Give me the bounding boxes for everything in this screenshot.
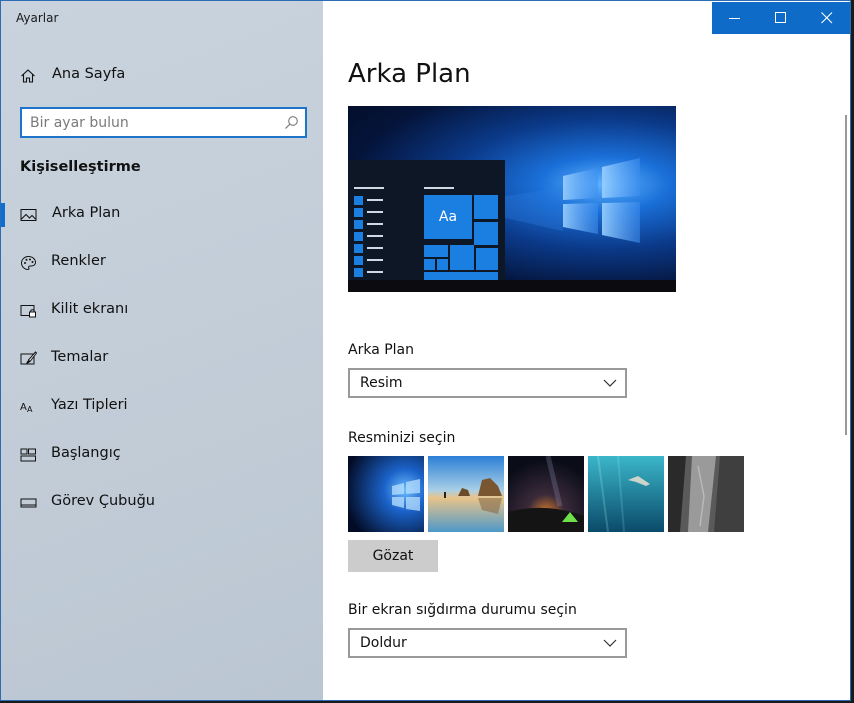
theme-brush-icon	[20, 351, 37, 365]
window-controls	[712, 2, 850, 34]
sidebar-item-baslangic[interactable]: Başlangıç	[1, 435, 323, 475]
sidebar-item-label: Yazı Tipleri	[51, 397, 128, 413]
browse-button[interactable]: Gözat	[348, 540, 438, 572]
chevron-down-icon	[603, 379, 617, 387]
minimize-icon	[729, 18, 740, 19]
desktop-preview: Aa	[348, 106, 676, 292]
fit-mode-label: Bir ekran sığdırma durumu seçin	[348, 602, 577, 618]
start-tiles-icon	[20, 448, 36, 462]
home-icon	[21, 69, 35, 83]
preview-taskbar	[348, 280, 676, 292]
sidebar-item-renkler[interactable]: Renkler	[1, 243, 323, 283]
close-icon	[821, 12, 833, 24]
sidebar-item-label: Görev Çubuğu	[51, 493, 155, 509]
search-input[interactable]	[30, 113, 270, 133]
close-button[interactable]	[804, 2, 850, 34]
lock-screen-icon	[20, 305, 36, 318]
sidebar-item-arka-plan[interactable]: Arka Plan	[1, 195, 323, 235]
thumbnail-night-tent[interactable]	[508, 456, 584, 532]
font-icon: A A	[20, 402, 33, 414]
choose-picture-label: Resminizi seçin	[348, 430, 456, 446]
content-pane: Arka Plan Aa Arka Plan Resim Resminizi s…	[323, 1, 850, 700]
settings-window: Ayarlar Ana Sayfa Kişiselleştirme Arka P…	[0, 0, 851, 701]
maximize-button[interactable]	[758, 2, 804, 34]
home-link[interactable]: Ana Sayfa	[1, 57, 323, 95]
minimize-button[interactable]	[712, 2, 758, 34]
svg-text:A: A	[27, 405, 33, 414]
thumbnail-windows-light[interactable]	[348, 456, 424, 532]
picture-thumbnails	[348, 456, 744, 532]
thumbnail-rock-texture[interactable]	[668, 456, 744, 532]
preview-tile-aa: Aa	[424, 195, 472, 239]
sidebar-item-label: Kilit ekranı	[51, 301, 129, 317]
background-type-dropdown[interactable]: Resim	[348, 368, 627, 398]
thumbnail-beach-rocks[interactable]	[428, 456, 504, 532]
sidebar-item-kilit-ekrani[interactable]: Kilit ekranı	[1, 291, 323, 331]
section-title: Kişiselleştirme	[20, 159, 141, 175]
sidebar: Ayarlar Ana Sayfa Kişiselleştirme Arka P…	[1, 1, 323, 700]
app-title: Ayarlar	[16, 11, 59, 25]
sidebar-item-yazi-tipleri[interactable]: A A Yazı Tipleri	[1, 387, 323, 427]
picture-icon	[20, 209, 37, 221]
search-icon[interactable]	[284, 115, 299, 130]
scrollbar[interactable]	[845, 115, 847, 435]
page-title: Arka Plan	[348, 59, 471, 89]
home-label: Ana Sayfa	[52, 66, 126, 82]
palette-icon	[20, 255, 37, 271]
search-box[interactable]	[20, 107, 307, 138]
sidebar-item-label: Başlangıç	[51, 445, 121, 461]
chevron-down-icon	[603, 639, 617, 647]
taskbar-icon	[20, 498, 37, 508]
sidebar-item-label: Temalar	[51, 349, 109, 365]
svg-text:A: A	[20, 402, 27, 413]
sidebar-item-gorev-cubugu[interactable]: Görev Çubuğu	[1, 483, 323, 523]
maximize-icon	[775, 12, 786, 23]
fit-mode-value: Doldur	[360, 635, 407, 651]
preview-start-menu: Aa	[348, 160, 505, 280]
sidebar-item-label: Renkler	[51, 253, 106, 269]
fit-mode-dropdown[interactable]: Doldur	[348, 628, 627, 658]
thumbnail-underwater-swimmer[interactable]	[588, 456, 664, 532]
background-type-label: Arka Plan	[348, 342, 415, 358]
sidebar-item-label: Arka Plan	[52, 205, 121, 221]
background-type-value: Resim	[360, 375, 403, 391]
sidebar-item-temalar[interactable]: Temalar	[1, 339, 323, 379]
